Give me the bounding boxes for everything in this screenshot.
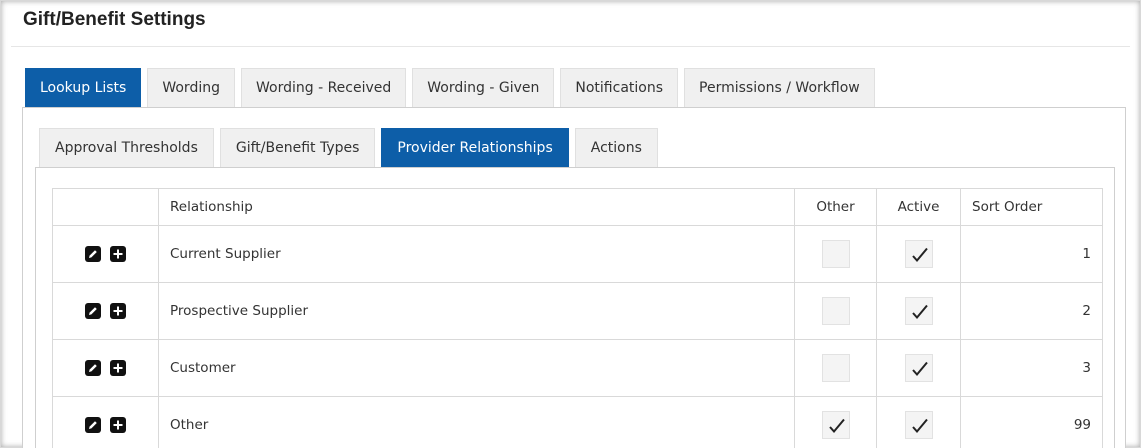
- check-icon: [911, 304, 928, 320]
- other-cell: [794, 225, 877, 283]
- provider-relationships-panel: Relationship Other Active Sort Order Cur…: [35, 167, 1115, 448]
- row-actions: [52, 282, 159, 340]
- add-icon[interactable]: [109, 246, 126, 262]
- page-title: Gift/Benefit Settings: [23, 9, 206, 30]
- check-icon: [911, 361, 928, 377]
- tab-wording[interactable]: Wording: [147, 68, 235, 108]
- check-icon: [911, 418, 928, 434]
- row-actions: [52, 225, 159, 283]
- tab-lookup-lists[interactable]: Lookup Lists: [25, 68, 142, 108]
- tab-gift-benefit-types[interactable]: Gift/Benefit Types: [219, 128, 376, 168]
- check-icon: [828, 418, 845, 434]
- active-checkbox[interactable]: [904, 354, 933, 382]
- check-icon: [911, 247, 928, 263]
- relationship-cell: Customer: [158, 339, 795, 397]
- table-header-row: Relationship Other Active Sort Order: [52, 188, 1103, 226]
- lookup-lists-panel: Approval Thresholds Gift/Benefit Types P…: [22, 107, 1126, 448]
- tab-wording-given[interactable]: Wording - Given: [412, 68, 555, 108]
- sort-order-cell: 2: [960, 282, 1103, 340]
- main-tabs: Lookup Lists Wording Wording - Received …: [25, 68, 881, 108]
- active-checkbox[interactable]: [904, 240, 933, 268]
- other-checkbox[interactable]: [821, 240, 850, 268]
- tab-actions[interactable]: Actions: [574, 128, 658, 168]
- tab-notifications[interactable]: Notifications: [560, 68, 679, 108]
- sort-order-cell: 99: [960, 396, 1103, 448]
- edit-icon[interactable]: [85, 246, 102, 262]
- settings-window: Gift/Benefit Settings Lookup Lists Wordi…: [0, 0, 1141, 448]
- sort-order-cell: 3: [960, 339, 1103, 397]
- row-actions: [52, 339, 159, 397]
- table-row: Current Supplier 1: [52, 225, 1103, 283]
- active-cell: [876, 282, 961, 340]
- header-other[interactable]: Other: [794, 188, 877, 226]
- add-icon[interactable]: [109, 303, 126, 319]
- title-divider: [11, 46, 1130, 47]
- table-row: Customer 3: [52, 339, 1103, 397]
- other-cell: [794, 339, 877, 397]
- active-cell: [876, 396, 961, 448]
- tab-approval-thresholds[interactable]: Approval Thresholds: [39, 128, 214, 168]
- other-checkbox[interactable]: [821, 411, 850, 439]
- edit-icon[interactable]: [85, 417, 102, 433]
- relationship-cell: Other: [158, 396, 795, 448]
- relationships-table: Relationship Other Active Sort Order Cur…: [52, 188, 1103, 448]
- edit-icon[interactable]: [85, 360, 102, 376]
- other-checkbox[interactable]: [821, 354, 850, 382]
- active-cell: [876, 225, 961, 283]
- sort-order-cell: 1: [960, 225, 1103, 283]
- add-icon[interactable]: [109, 360, 126, 376]
- sub-tabs: Approval Thresholds Gift/Benefit Types P…: [39, 128, 664, 168]
- other-cell: [794, 396, 877, 448]
- active-checkbox[interactable]: [904, 411, 933, 439]
- relationship-cell: Prospective Supplier: [158, 282, 795, 340]
- active-checkbox[interactable]: [904, 297, 933, 325]
- header-relationship[interactable]: Relationship: [158, 188, 795, 226]
- tab-permissions-workflow[interactable]: Permissions / Workflow: [684, 68, 875, 108]
- add-icon[interactable]: [109, 417, 126, 433]
- tab-wording-received[interactable]: Wording - Received: [240, 68, 407, 108]
- table-row: Other 99: [52, 396, 1103, 448]
- header-active[interactable]: Active: [876, 188, 961, 226]
- table-row: Prospective Supplier 2: [52, 282, 1103, 340]
- edit-icon[interactable]: [85, 303, 102, 319]
- row-actions: [52, 396, 159, 448]
- header-actions: [52, 188, 159, 226]
- other-cell: [794, 282, 877, 340]
- active-cell: [876, 339, 961, 397]
- tab-provider-relationships[interactable]: Provider Relationships: [381, 128, 569, 168]
- other-checkbox[interactable]: [821, 297, 850, 325]
- relationship-cell: Current Supplier: [158, 225, 795, 283]
- header-sort-order[interactable]: Sort Order: [960, 188, 1103, 226]
